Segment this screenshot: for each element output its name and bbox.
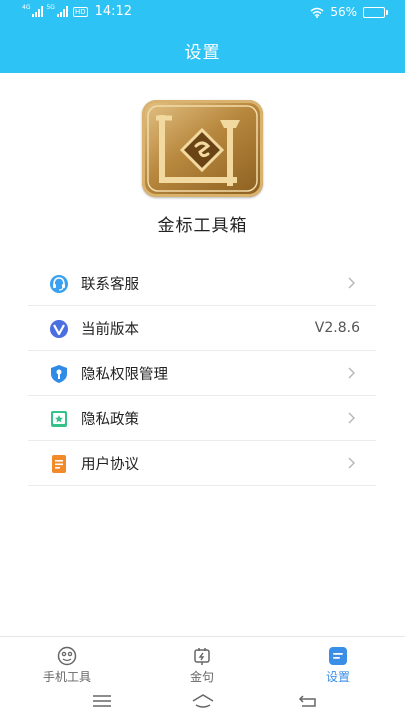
wifi-icon [310,7,324,18]
tab-settings[interactable]: 设置 [288,637,388,685]
menu-item-label: 隐私权限管理 [81,366,168,383]
menu-item-label: 隐私政策 [81,411,139,428]
menu-item-label: 当前版本 [81,321,139,338]
home-icon[interactable] [191,693,215,709]
version-icon [50,320,68,338]
tab-phone-tools[interactable]: 手机工具 [17,637,117,685]
version-value: V2.8.6 [314,320,360,336]
settings-icon [329,647,347,665]
menu-icon[interactable] [92,693,112,709]
back-icon[interactable] [298,693,318,709]
tools-icon [57,646,77,666]
chevron-right-icon [348,367,355,379]
signal-icon-2 [56,6,68,17]
menu-item-contact-support[interactable]: 联系客服 [28,261,376,306]
tab-quotes[interactable]: 金句 [152,637,252,685]
app-name: 金标工具箱 [157,216,248,236]
header-bar: 4G 5G HD 14:12 56% 设置 [0,0,405,73]
settings-menu: 联系客服 当前版本 V2.8.6 隐私权限管理 隐私政策 用户协议 [28,261,376,486]
menu-item-privacy-policy[interactable]: 隐私政策 [28,396,376,441]
menu-item-label: 用户协议 [81,456,139,473]
shield-icon [51,365,67,383]
headset-icon [50,275,68,293]
battery-icon [363,6,388,18]
tab-label: 手机工具 [42,670,91,684]
battery-percent: 56% [330,5,357,19]
status-bar: 4G 5G HD 14:12 56% [0,0,405,24]
tab-label: 金句 [189,670,214,684]
hd-badge: HD [72,6,88,17]
chevron-right-icon [348,457,355,469]
bottom-tab-bar: 手机工具 金句 设置 [0,636,405,684]
app-logo [142,100,263,197]
signal-icon-1 [32,6,44,17]
tab-label: 设置 [325,670,350,684]
page-title: 设置 [184,43,221,63]
system-nav-bar [0,684,405,720]
menu-item-label: 联系客服 [81,276,139,293]
menu-item-current-version[interactable]: 当前版本 V2.8.6 [28,306,376,351]
menu-item-privacy-permissions[interactable]: 隐私权限管理 [28,351,376,396]
menu-item-user-agreement[interactable]: 用户协议 [28,441,376,486]
network-type-2: 5G [46,4,55,11]
chevron-right-icon [348,277,355,289]
document-icon [52,455,66,473]
chevron-right-icon [348,412,355,424]
quote-icon [194,648,210,665]
status-time: 14:12 [94,4,133,19]
star-book-icon [51,411,67,427]
network-type-1: 4G [22,4,31,11]
toolbox-logo-icon [147,105,258,192]
